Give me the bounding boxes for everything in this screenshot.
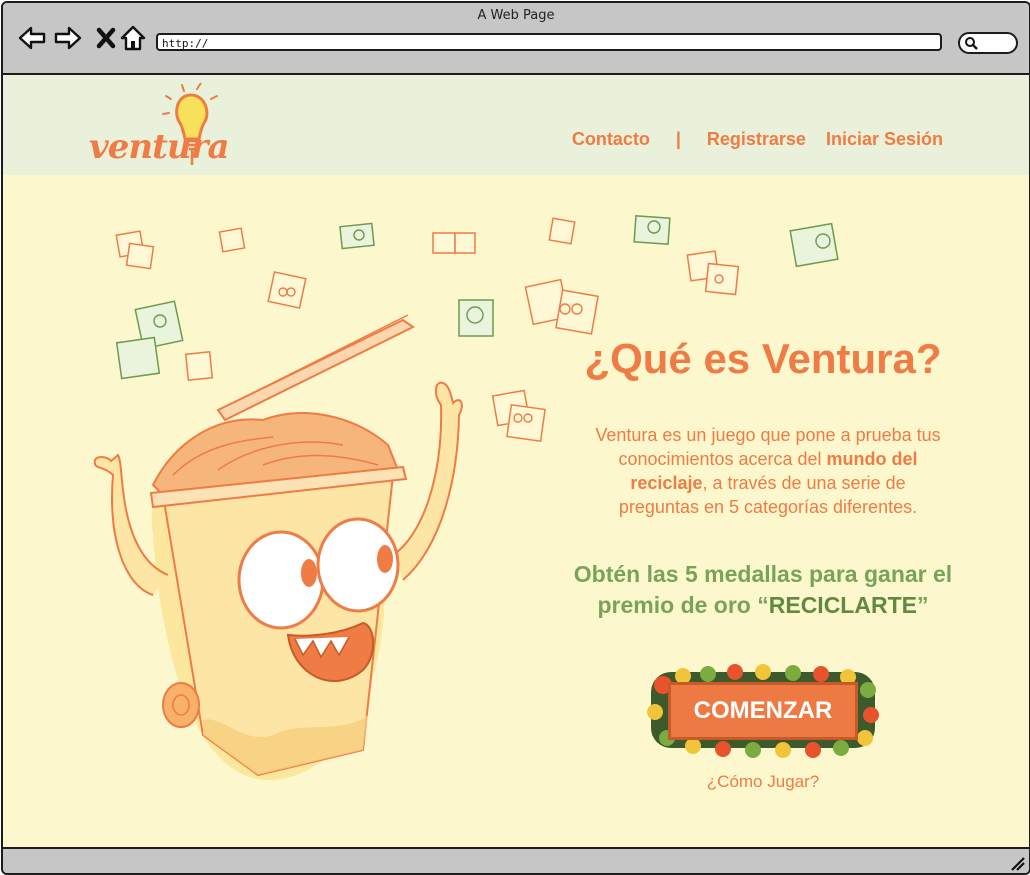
search-icon [965,37,978,50]
browser-statusbar [3,847,1029,873]
url-input[interactable]: http:// [156,33,942,51]
site-header: ventura Contacto | Registrarse Iniciar S… [3,75,1029,175]
hero-title: ¿Qué es Ventura? [584,335,942,382]
goal-text: Obtén las 5 medallas para ganar el premi… [573,559,953,621]
nav-login-link[interactable]: Iniciar Sesión [826,129,943,150]
start-button[interactable]: COMENZAR [668,682,858,740]
home-icon[interactable] [118,23,148,53]
nav-separator: | [675,129,681,149]
start-button-frame: COMENZAR [643,660,883,760]
hero-description: Ventura es un juego que pone a prueba tu… [588,423,948,519]
back-arrow-icon[interactable] [17,23,47,53]
nav-contact-link[interactable]: Contacto [572,129,650,150]
logo-text: ventura [89,127,229,167]
browser-titlebar: A Web Page http:// [3,3,1029,75]
top-nav: Contacto | Registrarse Iniciar Sesión [572,129,943,150]
search-input[interactable] [958,32,1018,54]
browser-window: A Web Page http:// ventura Contacto | Re… [1,1,1030,875]
goal-part2: ” [916,592,929,618]
how-to-play-link[interactable]: ¿Cómo Jugar? [693,772,833,792]
forward-arrow-icon[interactable] [53,23,83,53]
goal-bold: RECICLARTE [768,592,917,618]
window-title: A Web Page [477,8,555,23]
close-icon[interactable] [91,23,121,53]
ventura-logo[interactable]: ventura [87,83,237,173]
main-content: ¿Qué es Ventura? Ventura es un juego que… [3,175,1029,847]
nav-register-link[interactable]: Registrarse [707,129,806,150]
resize-grip-icon[interactable] [1009,855,1025,871]
